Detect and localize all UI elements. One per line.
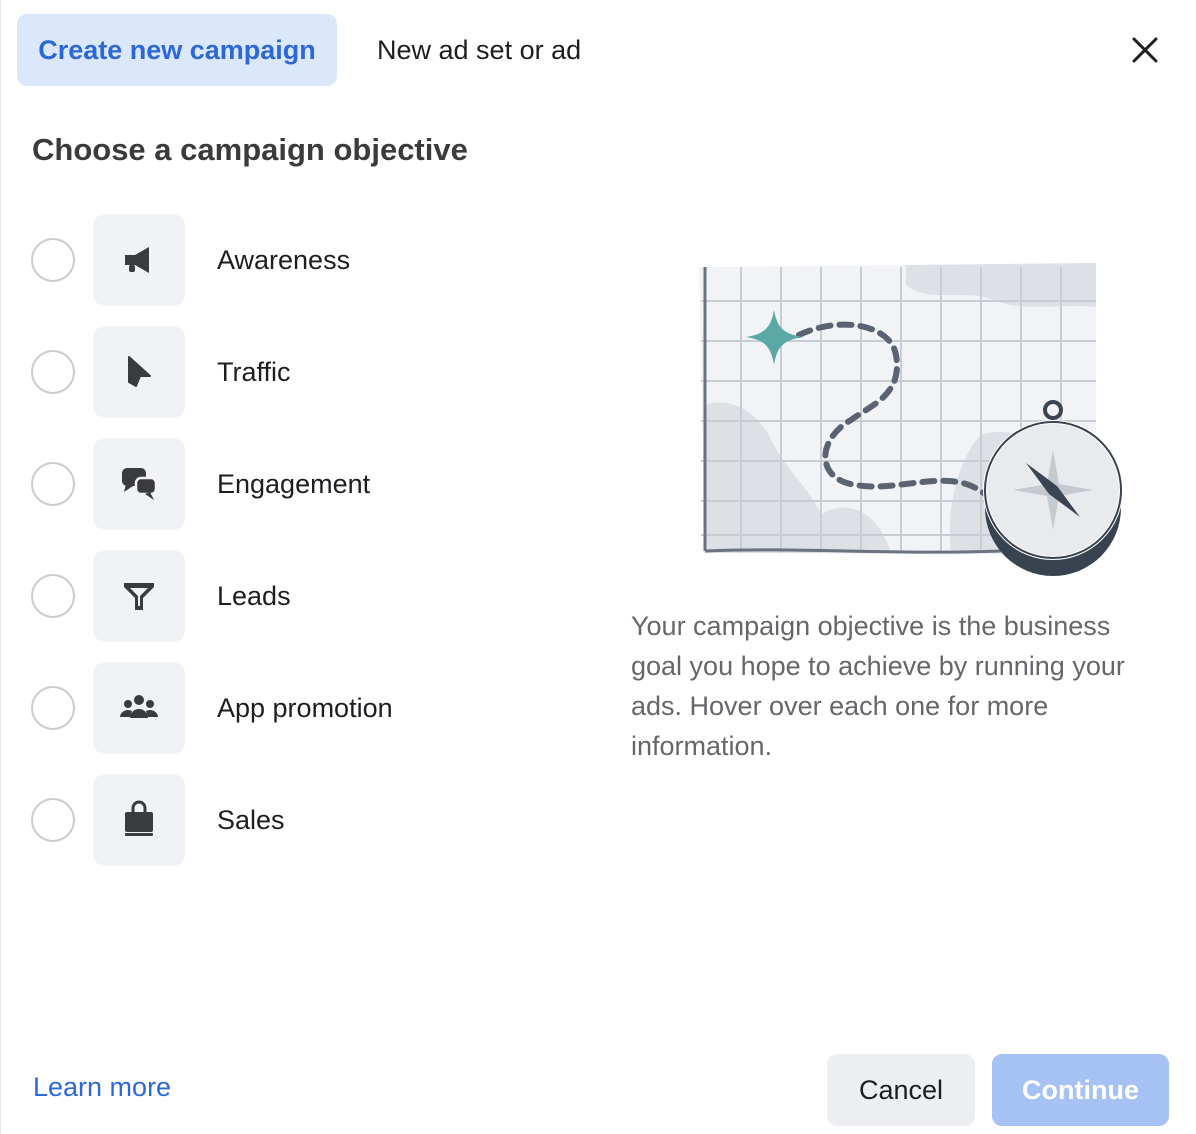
objective-label: Sales [217, 804, 285, 835]
objective-icon-box [93, 662, 185, 754]
objective-label: Engagement [217, 468, 371, 499]
learn-more-link[interactable]: Learn more [33, 1072, 171, 1103]
objective-label: Awareness [217, 244, 351, 275]
objective-description: Your campaign objective is the business … [631, 611, 1125, 761]
radio-engagement[interactable] [31, 462, 75, 506]
objective-icon-box [93, 326, 185, 418]
continue-button[interactable]: Continue [992, 1054, 1169, 1126]
cancel-button[interactable]: Cancel [827, 1054, 975, 1126]
objective-label: Leads [217, 580, 291, 611]
objective-traffic[interactable]: Traffic [31, 326, 591, 418]
radio-app-promotion[interactable] [31, 686, 75, 730]
chat-bubbles-icon [122, 468, 158, 500]
close-button[interactable] [1125, 30, 1165, 70]
radio-sales[interactable] [31, 798, 75, 842]
radio-traffic[interactable] [31, 350, 75, 394]
tab-new-ad-set-or-ad[interactable]: New ad set or ad [377, 14, 581, 86]
create-campaign-dialog: Create new campaign New ad set or ad Cho… [0, 0, 1196, 1134]
objective-leads[interactable]: Leads [31, 550, 591, 642]
objective-awareness[interactable]: Awareness [31, 214, 591, 306]
objective-app-promotion[interactable]: App promotion [31, 662, 591, 754]
objective-label: App promotion [217, 692, 393, 723]
objective-icon-box [93, 774, 185, 866]
radio-leads[interactable] [31, 574, 75, 618]
objective-icon-box [93, 438, 185, 530]
page-title: Choose a campaign objective [32, 132, 468, 167]
cursor-icon [128, 356, 151, 387]
objective-label: Traffic [217, 356, 291, 387]
close-icon [1132, 37, 1158, 63]
people-icon [120, 695, 158, 718]
objective-icon-box [93, 214, 185, 306]
tab-create-new-campaign[interactable]: Create new campaign [17, 14, 337, 86]
filter-icon [124, 583, 154, 610]
objective-icon-box [93, 550, 185, 642]
radio-awareness[interactable] [31, 238, 75, 282]
objective-sales[interactable]: Sales [31, 774, 591, 866]
objective-engagement[interactable]: Engagement [31, 438, 591, 530]
shopping-bag-icon [125, 800, 153, 836]
megaphone-icon [125, 247, 149, 273]
map-compass-illustration [699, 263, 1123, 576]
